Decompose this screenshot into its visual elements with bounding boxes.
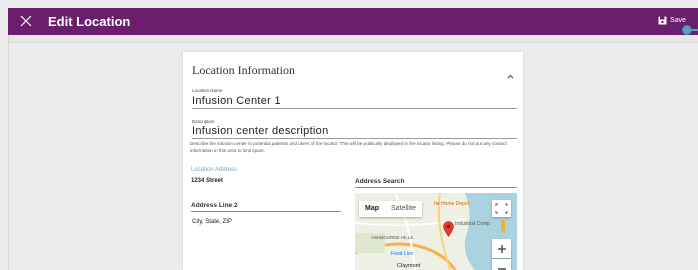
toolbar-strip bbox=[8, 35, 698, 43]
address-search-underline[interactable] bbox=[355, 187, 517, 188]
zoom-in-button[interactable] bbox=[492, 239, 511, 258]
location-name-field[interactable]: Infusion Center 1 bbox=[192, 95, 281, 107]
pegman-icon[interactable] bbox=[499, 219, 507, 238]
address-line2-underline[interactable] bbox=[191, 211, 341, 212]
description-label: Description bbox=[192, 119, 215, 124]
satellite-tab[interactable]: Satellite bbox=[385, 201, 422, 217]
map-label-ashbourne: Ashbourne Hills bbox=[371, 235, 414, 240]
address-search-label: Address Search bbox=[355, 178, 405, 185]
description-underline bbox=[192, 138, 517, 139]
fullscreen-button[interactable] bbox=[492, 200, 511, 217]
page-title: Edit Location bbox=[48, 14, 131, 29]
map-pin-icon bbox=[443, 221, 454, 242]
map-type-toggle: Map Satellite bbox=[359, 201, 422, 217]
plus-icon bbox=[497, 244, 506, 253]
scroll-handle[interactable] bbox=[682, 25, 692, 35]
minus-icon bbox=[497, 267, 506, 270]
map-label-home-depot: he Home Depot bbox=[434, 201, 470, 207]
address-line1-field[interactable]: 1234 Street bbox=[191, 178, 223, 184]
save-button[interactable]: Save bbox=[658, 16, 686, 25]
chevron-up-icon[interactable] bbox=[507, 66, 514, 84]
floppy-disk-icon bbox=[658, 16, 667, 25]
zoom-out-button[interactable] bbox=[492, 259, 511, 270]
card-title: Location Information bbox=[192, 63, 295, 77]
fullscreen-icon bbox=[495, 203, 508, 214]
location-info-card: Location Information Location Name Infus… bbox=[183, 52, 523, 270]
save-label: Save bbox=[670, 17, 686, 24]
map-label-claymont: Claymont bbox=[397, 263, 421, 269]
location-address-label: Location Address bbox=[191, 167, 238, 173]
description-help-text: Describe the infusion center to potentia… bbox=[190, 141, 507, 153]
map-tab[interactable]: Map bbox=[359, 201, 385, 217]
map-label-food-lion: Food Lion bbox=[391, 251, 414, 257]
close-icon[interactable] bbox=[20, 15, 34, 29]
map-label-industrial: Industrial Comp bbox=[455, 221, 491, 227]
top-app-bar: Edit Location Save bbox=[8, 8, 698, 35]
location-name-underline bbox=[192, 108, 517, 109]
location-name-label: Location Name bbox=[192, 88, 223, 93]
side-divider bbox=[8, 35, 9, 270]
city-state-zip-field[interactable]: City, State, ZIP bbox=[192, 219, 232, 225]
address-line2-label: Address Line 2 bbox=[191, 202, 238, 209]
map-view[interactable]: Map Satellite he Home Depot ASHBOURNE HI… bbox=[355, 193, 517, 270]
scroll-track bbox=[691, 29, 698, 31]
description-field[interactable]: Infusion center description bbox=[192, 125, 329, 137]
